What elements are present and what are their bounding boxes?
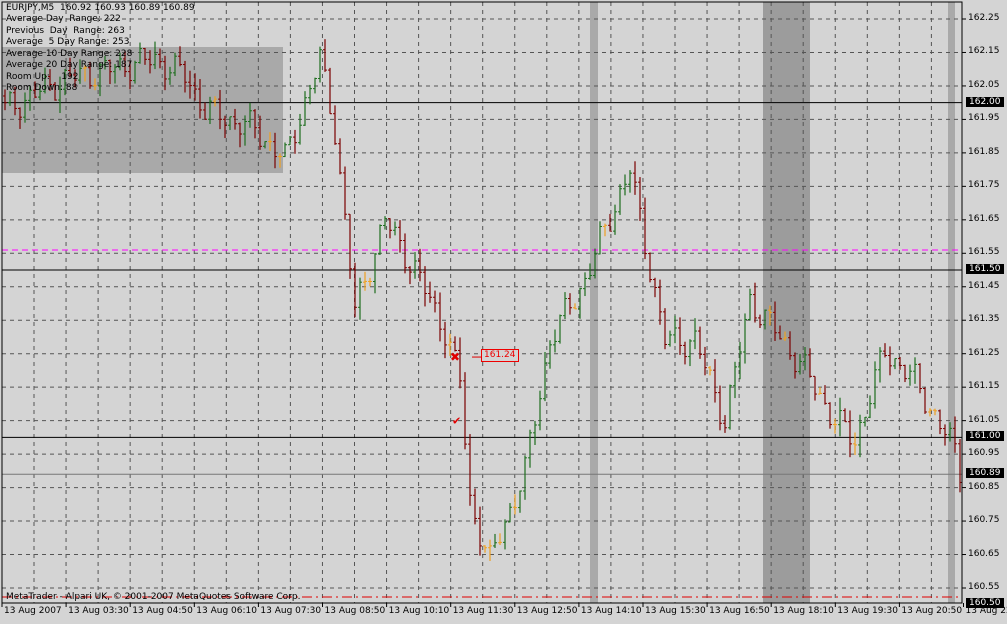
price-tick-label: 161.65 — [968, 213, 1000, 224]
price-tick-label: 161.95 — [968, 113, 1000, 124]
time-tick-label: 13 Aug 2007 — [4, 606, 62, 616]
time-tick-label: 13 Aug 06:10 — [196, 606, 257, 616]
time-tick-label: 13 Aug 08:50 — [324, 606, 386, 616]
price-chart[interactable]: ✖✔ — [0, 0, 1007, 624]
time-tick-label: 13 Aug 16:50 — [709, 606, 770, 616]
price-tick-label: 161.15 — [968, 381, 1000, 392]
level-price-label: 161.50 — [966, 264, 1004, 275]
time-tick-label: 13 Aug 07:30 — [260, 606, 322, 616]
range-info-line: Previous Day Range: 263 — [6, 25, 125, 36]
price-tick-label: 160.95 — [968, 448, 1000, 459]
session-band — [948, 2, 955, 603]
level-price-label: 162.00 — [966, 96, 1004, 107]
level-price-label: 160.89 — [966, 468, 1004, 479]
range-info-line: Average 5 Day Range: 253 — [6, 37, 130, 47]
symbol: EURJPY,M5 — [6, 3, 55, 13]
time-tick-label: 13 Aug 15:30 — [645, 606, 706, 616]
price-tick-label: 161.05 — [968, 414, 1000, 425]
time-tick-label: 13 Aug 04:50 — [132, 606, 193, 616]
price-tick-label: 161.25 — [968, 347, 1000, 358]
time-tick-label: 13 Aug 22 — [965, 606, 1007, 616]
price-tick-label: 160.55 — [968, 581, 1000, 592]
chart-symbol-header: EURJPY,M5 160.92 160.93 160.89 160.89 — [6, 3, 195, 15]
time-tick-label: 13 Aug 11:30 — [452, 606, 514, 616]
range-info-line: Room Up: 192 — [6, 71, 79, 82]
time-tick-label: 13 Aug 14:10 — [580, 606, 642, 616]
range-info-line: Average 10 Day Range: 228 — [6, 48, 133, 59]
chart-window[interactable]: ✖ ✔ EURJPY,M5 160.92 160.93 160.89 160.89… — [0, 0, 1007, 624]
range-info-line: Average 20 Day Range: 187 — [6, 60, 133, 70]
time-tick-label: 13 Aug 10:10 — [388, 606, 450, 616]
price-tick-label: 160.85 — [968, 481, 1000, 492]
session-band — [590, 2, 598, 603]
time-tick-label: 13 Aug 12:50 — [516, 606, 578, 616]
price-tick-label: 162.05 — [968, 79, 1000, 90]
price-tick-label: 161.75 — [968, 180, 1000, 191]
arrow-price-label: 161.24 — [481, 349, 519, 362]
price-tick-label: 162.25 — [968, 13, 1000, 23]
arrow-marker-icon: ✖ — [450, 350, 460, 364]
price-tick-label: 161.55 — [968, 247, 1000, 258]
copyright-text: MetaTrader - Alpari UK, © 2001-2007 Meta… — [6, 592, 301, 602]
time-tick-label: 13 Aug 20:50 — [901, 606, 963, 616]
range-info-line: Average Day Range: 222 — [6, 14, 121, 24]
price-tick-label: 162.15 — [968, 46, 1000, 57]
price-tick-label: 161.45 — [968, 280, 1000, 291]
time-tick-label: 13 Aug 19:30 — [837, 606, 898, 616]
check-marker-icon: ✔ — [452, 415, 461, 428]
ohlc-values: 160.92 160.93 160.89 160.89 — [60, 3, 195, 13]
price-tick-label: 161.85 — [968, 146, 1000, 157]
level-price-label: 161.00 — [966, 431, 1004, 442]
time-tick-label: 13 Aug 18:10 — [773, 606, 834, 616]
price-tick-label: 161.35 — [968, 314, 1000, 325]
price-tick-label: 160.65 — [968, 548, 1000, 559]
time-tick-label: 13 Aug 03:30 — [68, 606, 129, 616]
range-info-line: Room Down: 88 — [6, 83, 78, 93]
price-tick-label: 160.75 — [968, 515, 1000, 526]
